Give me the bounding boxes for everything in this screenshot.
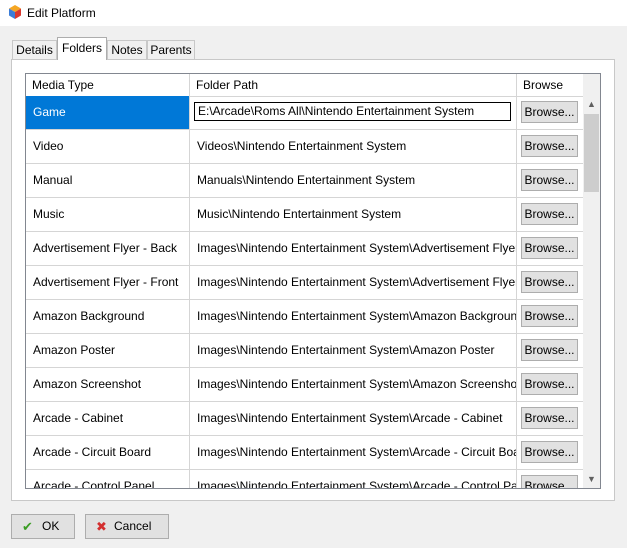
column-header-media-type[interactable]: Media Type <box>26 74 190 96</box>
media-type-cell[interactable]: Music <box>26 198 190 231</box>
browse-button[interactable]: Browse... <box>521 441 578 463</box>
folder-path-cell[interactable]: Manuals\Nintendo Entertainment System <box>190 164 517 197</box>
ok-button-label: OK <box>42 519 60 533</box>
vertical-scrollbar[interactable]: ▲ ▼ <box>583 74 600 488</box>
browse-button[interactable]: Browse... <box>521 169 578 191</box>
cancel-button[interactable]: ✖ Cancel <box>85 514 169 539</box>
scrollbar-thumb[interactable] <box>584 114 599 192</box>
folder-path-cell[interactable]: Images\Nintendo Entertainment System\Ama… <box>190 368 517 401</box>
column-header-folder-path[interactable]: Folder Path <box>190 74 517 96</box>
browse-button[interactable]: Browse... <box>521 203 578 225</box>
browse-cell: Browse... <box>517 130 585 163</box>
folder-path-cell[interactable]: Images\Nintendo Entertainment System\Arc… <box>190 402 517 435</box>
table-row[interactable]: Video Videos\Nintendo Entertainment Syste… <box>26 130 585 164</box>
tab-parents[interactable]: Parents <box>147 40 195 59</box>
browse-cell: Browse... <box>517 232 585 265</box>
folder-path-cell[interactable]: Videos\Nintendo Entertainment System <box>190 130 517 163</box>
tab-notes[interactable]: Notes <box>107 40 147 59</box>
browse-button[interactable]: Browse... <box>521 373 578 395</box>
scroll-down-arrow-icon[interactable]: ▼ <box>583 471 600 488</box>
folder-path-cell[interactable]: Images\Nintendo Entertainment System\Arc… <box>190 436 517 469</box>
browse-cell: Browse... <box>517 164 585 197</box>
table-row[interactable]: Advertisement Flyer - Back Images\Nintend… <box>26 232 585 266</box>
tab-details[interactable]: Details <box>12 40 57 59</box>
cancel-button-label: Cancel <box>114 519 152 533</box>
folder-path-cell[interactable]: E:\Arcade\Roms All\Nintendo Entertainmen… <box>190 96 517 129</box>
browse-button[interactable]: Browse... <box>521 407 578 429</box>
browse-button[interactable]: Browse... <box>521 271 578 293</box>
browse-cell: Browse... <box>517 402 585 435</box>
table-row[interactable]: Arcade - Control Panel Images\Nintendo En… <box>26 470 585 488</box>
folders-grid: Media Type Folder Path Browse Game E:\Arc… <box>25 73 601 489</box>
checkmark-icon: ✔ <box>22 519 33 534</box>
browse-button[interactable]: Browse... <box>521 135 578 157</box>
browse-cell: Browse... <box>517 300 585 333</box>
table-row[interactable]: Arcade - Cabinet Images\Nintendo Entertai… <box>26 402 585 436</box>
browse-cell: Browse... <box>517 198 585 231</box>
browse-cell: Browse... <box>517 470 585 488</box>
scroll-up-arrow-icon[interactable]: ▲ <box>583 96 600 113</box>
folder-path-cell[interactable]: Images\Nintendo Entertainment System\Adv… <box>190 232 517 265</box>
media-type-cell[interactable]: Video <box>26 130 190 163</box>
browse-cell: Browse... <box>517 266 585 299</box>
tab-folders[interactable]: Folders <box>57 37 107 60</box>
table-row[interactable]: Music Music\Nintendo Entertainment System… <box>26 198 585 232</box>
folder-path-cell[interactable]: Images\Nintendo Entertainment System\Ama… <box>190 300 517 333</box>
grid-header: Media Type Folder Path Browse <box>26 74 585 97</box>
browse-cell: Browse... <box>517 334 585 367</box>
browse-cell: Browse... <box>517 368 585 401</box>
folder-path-cell[interactable]: Music\Nintendo Entertainment System <box>190 198 517 231</box>
browse-button[interactable]: Browse... <box>521 475 578 488</box>
media-type-cell[interactable]: Advertisement Flyer - Front <box>26 266 190 299</box>
browse-cell: Browse... <box>517 436 585 469</box>
media-type-cell[interactable]: Game <box>26 96 190 129</box>
folder-path-cell[interactable]: Images\Nintendo Entertainment System\Arc… <box>190 470 517 488</box>
table-row[interactable]: Manual Manuals\Nintendo Entertainment Sys… <box>26 164 585 198</box>
ok-button[interactable]: ✔ OK <box>11 514 75 539</box>
media-type-cell[interactable]: Advertisement Flyer - Back <box>26 232 190 265</box>
folder-path-cell[interactable]: Images\Nintendo Entertainment System\Ama… <box>190 334 517 367</box>
title-bar: Edit Platform <box>0 0 627 26</box>
column-header-browse[interactable]: Browse <box>517 74 585 96</box>
x-icon: ✖ <box>96 519 107 534</box>
media-type-cell[interactable]: Arcade - Control Panel <box>26 470 190 488</box>
table-row[interactable]: Advertisement Flyer - Front Images\Ninten… <box>26 266 585 300</box>
table-row[interactable]: Game E:\Arcade\Roms All\Nintendo Entertai… <box>26 96 585 130</box>
table-row[interactable]: Amazon Poster Images\Nintendo Entertainme… <box>26 334 585 368</box>
browse-cell: Browse... <box>517 96 585 129</box>
table-row[interactable]: Amazon Background Images\Nintendo Enterta… <box>26 300 585 334</box>
media-type-cell[interactable]: Amazon Poster <box>26 334 190 367</box>
media-type-cell[interactable]: Amazon Background <box>26 300 190 333</box>
browse-button[interactable]: Browse... <box>521 101 578 123</box>
folder-path-input[interactable]: E:\Arcade\Roms All\Nintendo Entertainmen… <box>194 102 511 121</box>
window-title: Edit Platform <box>27 6 96 20</box>
table-row[interactable]: Arcade - Circuit Board Images\Nintendo En… <box>26 436 585 470</box>
folder-path-cell[interactable]: Images\Nintendo Entertainment System\Adv… <box>190 266 517 299</box>
browse-button[interactable]: Browse... <box>521 305 578 327</box>
media-type-cell[interactable]: Amazon Screenshot <box>26 368 190 401</box>
grid-body: Media Type Folder Path Browse Game E:\Arc… <box>26 74 585 488</box>
table-row[interactable]: Amazon Screenshot Images\Nintendo Enterta… <box>26 368 585 402</box>
media-type-cell[interactable]: Arcade - Cabinet <box>26 402 190 435</box>
browse-button[interactable]: Browse... <box>521 237 578 259</box>
folders-tab-panel: Media Type Folder Path Browse Game E:\Arc… <box>11 59 615 501</box>
launchbox-cube-icon <box>9 5 21 19</box>
browse-button[interactable]: Browse... <box>521 339 578 361</box>
media-type-cell[interactable]: Manual <box>26 164 190 197</box>
media-type-cell[interactable]: Arcade - Circuit Board <box>26 436 190 469</box>
